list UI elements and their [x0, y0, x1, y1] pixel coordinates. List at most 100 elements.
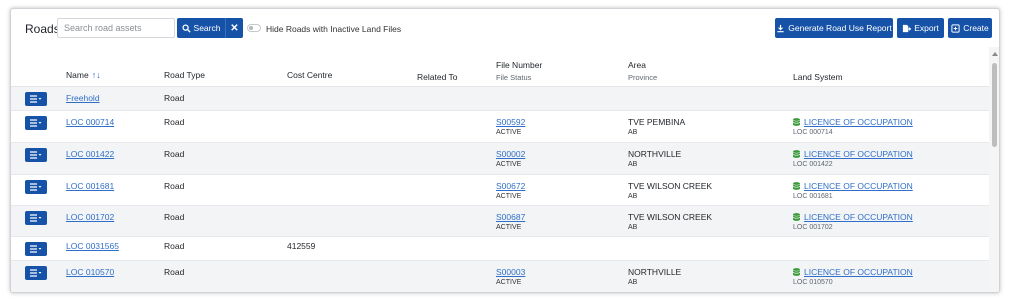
table-row: LOC 001422 Road S00002 ACTIVE NORTHVILLE…: [11, 143, 989, 175]
download-icon: [777, 24, 784, 32]
file-number-link[interactable]: S00002: [496, 149, 525, 159]
vertical-scrollbar[interactable]: [989, 47, 999, 292]
export-button[interactable]: Export: [897, 18, 944, 38]
file-status: ACTIVE: [496, 161, 522, 168]
land-system-id: LOC 001681: [793, 193, 833, 200]
sort-icon[interactable]: ↑↓: [92, 70, 101, 80]
column-land-system: Land System: [793, 72, 843, 82]
province: AB: [628, 193, 638, 200]
road-type: Road: [164, 241, 185, 251]
search-input[interactable]: [57, 18, 175, 38]
menu-icon: [30, 151, 42, 159]
row-menu-button[interactable]: [25, 211, 47, 225]
road-name-link[interactable]: Freehold: [66, 93, 100, 103]
road-name-link[interactable]: LOC 001681: [66, 181, 114, 191]
menu-icon: [30, 214, 42, 222]
province: AB: [628, 279, 638, 286]
table-row: LOC 001702 Road S00687 ACTIVE TVE WILSON…: [11, 206, 989, 237]
scrollbar-thumb[interactable]: [992, 63, 997, 147]
search-button[interactable]: Search: [177, 18, 225, 38]
road-type: Road: [164, 212, 185, 222]
plus-square-icon: [951, 23, 960, 33]
province: AB: [628, 161, 638, 168]
row-menu-button[interactable]: [25, 180, 47, 194]
table-row: LOC 010570 Road S00003 ACTIVE NORTHVILLE…: [11, 261, 989, 292]
land-system: LICENCE OF OCCUPATION: [793, 267, 913, 277]
roads-panel: Roads Search ✕ Hide Roads with Inactive …: [10, 8, 1000, 293]
table-body: Freehold Road LOC 000714 Road S00592 ACT…: [11, 87, 989, 292]
land-system: LICENCE OF OCCUPATION: [793, 117, 913, 127]
close-icon: ✕: [230, 22, 239, 34]
road-type: Road: [164, 117, 185, 127]
file-status: ACTIVE: [496, 224, 522, 231]
cost-centre: 412559: [287, 241, 316, 251]
land-system-link[interactable]: LICENCE OF OCCUPATION: [804, 267, 913, 277]
file-number-link[interactable]: S00003: [496, 267, 525, 277]
column-related-to: Related To: [417, 72, 458, 82]
land-system-link[interactable]: LICENCE OF OCCUPATION: [804, 149, 913, 159]
search-button-label: Search: [193, 23, 221, 33]
column-cost-centre: Cost Centre: [287, 70, 333, 80]
column-name[interactable]: Name ↑↓: [66, 70, 101, 80]
area: NORTHVILLE: [628, 267, 682, 277]
file-status: ACTIVE: [496, 279, 522, 286]
land-system-link[interactable]: LICENCE OF OCCUPATION: [804, 181, 913, 191]
road-type: Road: [164, 149, 185, 159]
column-file-number: File Number: [496, 60, 543, 70]
area: TVE WILSON CREEK: [628, 212, 713, 222]
road-type: Road: [164, 93, 185, 103]
table-row: LOC 0031565 Road 412559: [11, 237, 989, 261]
column-name-label: Name: [66, 70, 89, 80]
road-type: Road: [164, 267, 185, 277]
generate-report-button[interactable]: Generate Road Use Report: [775, 18, 893, 38]
file-status: ACTIVE: [496, 129, 522, 136]
file-status: ACTIVE: [496, 193, 522, 200]
area: NORTHVILLE: [628, 149, 682, 159]
menu-icon: [30, 183, 42, 191]
land-system-id: LOC 010570: [793, 279, 833, 286]
menu-icon: [30, 95, 42, 103]
file-number-link[interactable]: S00687: [496, 212, 525, 222]
hide-inactive-toggle[interactable]: [247, 24, 261, 32]
search-icon: [181, 23, 191, 33]
road-name-link[interactable]: LOC 001702: [66, 212, 114, 222]
road-name-link[interactable]: LOC 000714: [66, 117, 114, 127]
row-menu-button[interactable]: [25, 242, 47, 256]
land-system-link[interactable]: LICENCE OF OCCUPATION: [804, 212, 913, 222]
row-menu-button[interactable]: [25, 266, 47, 280]
menu-icon: [30, 119, 42, 127]
page-title: Roads: [25, 22, 60, 36]
row-menu-button[interactable]: [25, 116, 47, 130]
road-name-link[interactable]: LOC 001422: [66, 149, 114, 159]
land-system: LICENCE OF OCCUPATION: [793, 212, 913, 222]
file-number-link[interactable]: S00592: [496, 117, 525, 127]
toolbar: Roads Search ✕ Hide Roads with Inactive …: [11, 9, 999, 47]
menu-icon: [30, 245, 42, 253]
row-menu-button[interactable]: [25, 148, 47, 162]
clear-search-button[interactable]: ✕: [225, 18, 243, 38]
land-system-link[interactable]: LICENCE OF OCCUPATION: [804, 117, 913, 127]
land-system-id: LOC 001422: [793, 161, 833, 168]
road-name-link[interactable]: LOC 0031565: [66, 241, 119, 251]
province: AB: [628, 224, 638, 231]
create-label: Create: [963, 23, 989, 33]
column-file-status: File Status: [496, 73, 532, 82]
table-row: LOC 001681 Road S00672 ACTIVE TVE WILSON…: [11, 175, 989, 206]
road-type: Road: [164, 181, 185, 191]
file-number-link[interactable]: S00672: [496, 181, 525, 191]
column-area: Area: [628, 60, 646, 70]
row-menu-button[interactable]: [25, 92, 47, 106]
land-system-id: LOC 000714: [793, 129, 833, 136]
export-icon: [903, 24, 912, 32]
road-name-link[interactable]: LOC 010570: [66, 267, 114, 277]
province: AB: [628, 129, 638, 136]
database-icon: [793, 182, 800, 190]
database-icon: [793, 268, 800, 276]
scroll-up-icon[interactable]: [992, 52, 998, 56]
export-label: Export: [914, 23, 939, 33]
column-road-type: Road Type: [164, 70, 205, 80]
menu-icon: [30, 269, 42, 277]
land-system: LICENCE OF OCCUPATION: [793, 181, 913, 191]
database-icon: [793, 118, 800, 126]
create-button[interactable]: Create: [948, 18, 992, 38]
